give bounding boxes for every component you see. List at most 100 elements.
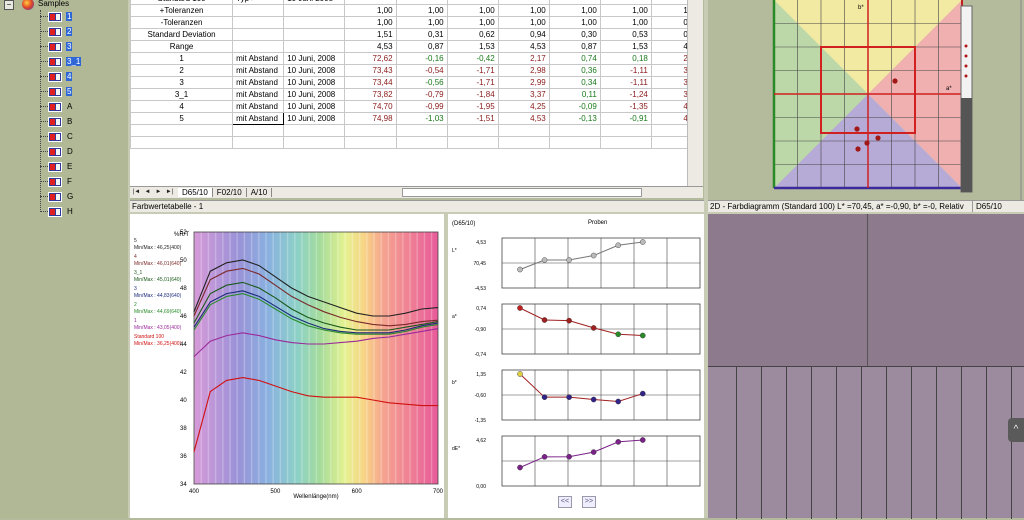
tree-item-3[interactable]: 3 [40, 40, 73, 53]
collapse-arrow-icon[interactable]: ^ [1008, 418, 1024, 442]
swatch-strip-divider [961, 367, 962, 519]
2d-color-diagram-panel: b* a* [712, 0, 1024, 200]
tree-item-G[interactable]: G [40, 190, 74, 203]
table-horizontal-scrollbar[interactable] [402, 188, 643, 197]
legend-series-name: Standard 100 [134, 334, 164, 340]
row-label: Range [130, 40, 234, 53]
tree-item-D[interactable]: D [40, 145, 74, 158]
table-cell: 73,82 [344, 88, 397, 101]
next-page-button[interactable]: >> [582, 496, 596, 508]
next-sheet-icon[interactable]: ► [154, 188, 163, 197]
tree-item-4[interactable]: 4 [40, 70, 73, 83]
tree-item-H[interactable]: H [40, 205, 74, 218]
y-tick-label: 38 [180, 426, 187, 432]
trend-point [517, 371, 523, 377]
measure-date: 10 Juni, 2008 [283, 52, 346, 65]
table-cell: -0,91 [599, 112, 652, 125]
sample-point[interactable] [892, 78, 898, 84]
band-label: a* [452, 314, 457, 320]
tree-item-E[interactable]: E [40, 160, 73, 173]
tree-item-C[interactable]: C [40, 130, 74, 143]
table-cell [232, 16, 285, 29]
row-label: -Toleranzen [130, 16, 234, 29]
table-row[interactable]: 3_1 mit Abstand 10 Juni, 2008 73,82 -0,79 -1,… [130, 88, 703, 101]
sample-point[interactable] [855, 146, 861, 152]
2d-color-diagram[interactable]: b* a* [712, 0, 1024, 200]
trend-point [566, 257, 572, 263]
table-cell [446, 124, 499, 137]
trend-point [615, 398, 622, 405]
table-vertical-scrollbar[interactable] [687, 0, 703, 186]
legend-minmax: Min/Max : 43,05(400) [134, 325, 182, 331]
sample-icon [48, 56, 62, 67]
tab-f02-10[interactable]: F02/10 [213, 188, 247, 197]
tree-item-label: 4 [66, 72, 73, 81]
table-row[interactable]: 4 mit Abstand 10 Juni, 2008 74,70 -0,99 -1,95… [130, 100, 703, 113]
trend-point [566, 317, 572, 324]
tree-item-F[interactable]: F [40, 175, 73, 188]
table-cell: -1,51 [446, 112, 499, 125]
swatch-strip-divider [786, 367, 787, 519]
tree-item-3_1[interactable]: 3_1 [40, 55, 82, 68]
first-sheet-icon[interactable]: |◄ [132, 188, 141, 197]
diagram-status-text: 2D - Farbdiagramm (Standard 100) L* =70,… [710, 202, 964, 211]
table-cell [130, 124, 234, 137]
table-cell [283, 4, 346, 17]
prev-sheet-icon[interactable]: ◄ [143, 188, 152, 197]
table-row[interactable]: -Toleranzen1,001,001,001,001,001,000,00 [130, 16, 703, 29]
table-cell [446, 136, 499, 149]
measure-mode: mit Abstand [232, 112, 285, 125]
table-cell: -0,54 [395, 64, 448, 77]
table-row[interactable]: 5 mit Abstand 10 Juni, 2008 74,98 -1,03 -1,51… [130, 112, 703, 125]
trend-point [517, 266, 523, 273]
tree-item-A[interactable]: A [40, 100, 73, 113]
table-row[interactable]: 2 mit Abstand 10 Juni, 2008 73,43 -0,54 -1,71… [130, 64, 703, 77]
trend-illuminant: (D65/10) [452, 221, 475, 227]
tree-item-B[interactable]: B [40, 115, 73, 128]
x-tick-label: 400 [189, 489, 200, 495]
tree-connector [40, 211, 48, 212]
swatch-divider [708, 214, 868, 366]
tree-collapse-toggle[interactable]: − [4, 0, 14, 10]
table-row[interactable]: 3 mit Abstand 10 Juni, 2008 73,44 -0,56 -1,71… [130, 76, 703, 89]
tree-item-5[interactable]: 5 [40, 85, 73, 98]
last-sheet-icon[interactable]: ►| [165, 188, 174, 197]
band-tick: 1,35 [476, 372, 486, 378]
tree-item-label: H [67, 207, 73, 216]
band-label: dE* [452, 446, 460, 452]
trend-point [615, 242, 622, 249]
b-axis-label: b* [858, 5, 864, 11]
tree-item-1[interactable]: 1 [40, 10, 73, 23]
table-cell: 4,53 [497, 112, 550, 125]
table-row[interactable]: Range4,530,871,534,530,871,534,62 [130, 40, 703, 53]
table-cell: 0,74 [548, 52, 601, 65]
tree-root-label[interactable]: Samples [38, 0, 69, 8]
sample-icon [48, 86, 62, 97]
sample-point[interactable] [864, 140, 870, 146]
tab-a-10[interactable]: A/10 [247, 188, 273, 197]
table-row[interactable]: +Toleranzen1,001,001,001,001,001,001,00 [130, 4, 703, 17]
sample-point[interactable] [875, 135, 881, 141]
table-cell: 0,87 [548, 40, 601, 53]
trend-point [639, 437, 646, 443]
row-label: 5 [130, 112, 234, 125]
prev-page-button[interactable]: << [558, 496, 572, 508]
table-cell: 4,53 [497, 40, 550, 53]
tree-item-label: C [67, 132, 73, 141]
table-row[interactable]: Standard Deviation 1,51 0,31 0,62 0,94 0,30 0,… [130, 28, 703, 41]
tree-item-2[interactable]: 2 [40, 25, 73, 38]
trend-point [517, 305, 523, 311]
table-row[interactable]: 1 mit Abstand 10 Juni, 2008 72,62 -0,16 -0,42… [130, 52, 703, 65]
sample-trend-chart[interactable]: Proben (D65/10) L* 4,53 70,45 -4,53 a* 0,74 -0… [448, 214, 706, 518]
table-cell: -0,79 [395, 88, 448, 101]
spectral-curve-chart[interactable]: %R/T 5Min/Max : 46,25(400)4Min/Max : 46,… [130, 214, 444, 518]
sample-point[interactable] [854, 126, 860, 132]
row-label: 3_1 [130, 88, 234, 101]
tree-item-label: B [67, 117, 73, 126]
tab-d65-10[interactable]: D65/10 [178, 188, 213, 197]
table-cell [232, 40, 285, 53]
table-cell: 1,00 [344, 4, 397, 17]
tree-item-label: 3 [66, 42, 73, 51]
table-cell [497, 124, 550, 137]
tree-connector [40, 166, 48, 167]
